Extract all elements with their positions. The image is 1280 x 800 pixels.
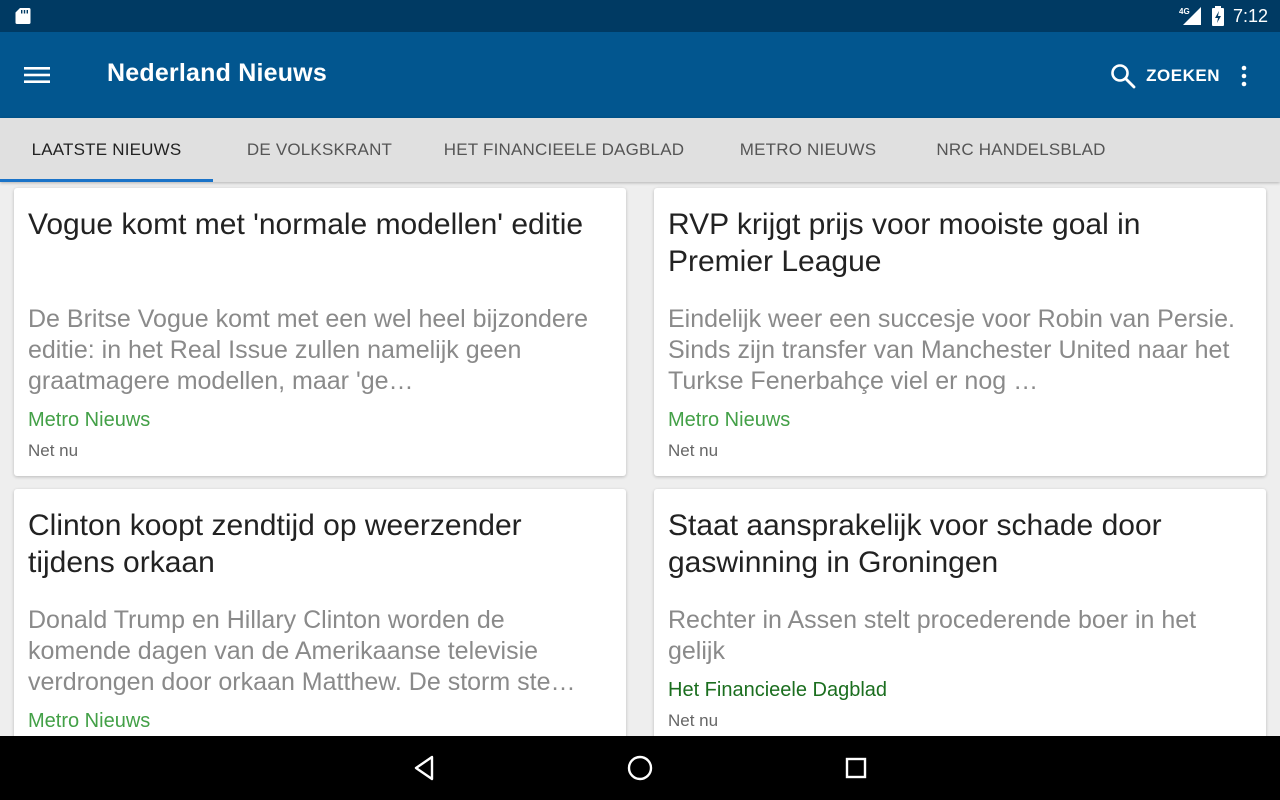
article-title: Vogue komt met 'normale modellen' editie (28, 208, 584, 241)
overflow-menu-button[interactable] (1222, 54, 1266, 98)
tab-metro-nieuws[interactable]: METRO NIEUWS (702, 118, 914, 182)
menu-button[interactable] (16, 54, 58, 96)
back-icon (414, 755, 434, 781)
sd-card-icon (15, 8, 31, 24)
status-time: 7:12 (1232, 5, 1268, 26)
tab-de-volkskrant[interactable]: DE VOLKSKRANT (213, 118, 426, 182)
search-label: ZOEKEN (1146, 66, 1220, 85)
network-type: 4G (1179, 7, 1190, 16)
status-bar: 4G 7:12 (0, 0, 1280, 32)
article-time: Net nu (668, 711, 719, 730)
article-source: Metro Nieuws (28, 710, 151, 732)
status-icons: 4G 7:12 (1177, 0, 1268, 32)
signal-icon: 4G (1179, 7, 1201, 25)
article-title: Staat aansprakelijk voor schade door gas… (668, 509, 1162, 579)
article-source: Metro Nieuws (668, 409, 791, 431)
navigation-bar (0, 736, 1280, 800)
article-source: Metro Nieuws (28, 409, 151, 431)
tab-laatste-nieuws[interactable]: LAATSTE NIEUWS (0, 118, 213, 182)
news-card[interactable]: Vogue komt met 'normale modellen' editie… (14, 188, 626, 476)
tab-bar: LAATSTE NIEUWS DE VOLKSKRANT HET FINANCI… (0, 118, 1280, 182)
article-time: Net nu (28, 441, 79, 460)
back-button[interactable] (404, 748, 444, 788)
hamburger-menu-icon (24, 67, 50, 83)
app-title: Nederland Nieuws (107, 59, 327, 87)
battery-charging-icon (1211, 6, 1224, 26)
article-summary: Rechter in Assen stelt procederende boer… (668, 606, 1197, 665)
home-icon (627, 755, 653, 781)
news-card[interactable]: Clinton koopt zendtijd op weerzender tij… (14, 489, 626, 736)
tab-het-financieele-dagblad[interactable]: HET FINANCIEELE DAGBLAD (426, 118, 702, 182)
news-card[interactable]: RVP krijgt prijs voor mooiste goal in Pr… (654, 188, 1266, 476)
article-source: Het Financieele Dagblad (668, 679, 888, 701)
article-summary: Donald Trump en Hillary Clinton worden d… (28, 606, 576, 696)
news-card[interactable]: Staat aansprakelijk voor schade door gas… (654, 489, 1266, 736)
article-title: RVP krijgt prijs voor mooiste goal in Pr… (668, 208, 1141, 278)
app-bar: Nederland Nieuws ZOEKEN (0, 32, 1280, 118)
news-feed[interactable]: Vogue komt met 'normale modellen' editie… (0, 182, 1280, 736)
article-title: Clinton koopt zendtijd op weerzender tij… (28, 509, 522, 579)
recents-button[interactable] (836, 748, 876, 788)
recents-icon (845, 757, 867, 779)
article-summary: De Britse Vogue komt met een wel heel bi… (28, 305, 589, 395)
article-time: Net nu (668, 441, 719, 460)
article-summary: Eindelijk weer een succesje voor Robin v… (668, 305, 1235, 395)
search-button[interactable]: ZOEKEN (1110, 56, 1220, 96)
tab-nrc-handelsblad[interactable]: NRC HANDELSBLAD (914, 118, 1128, 182)
search-icon (1111, 64, 1136, 89)
home-button[interactable] (620, 748, 660, 788)
more-vert-icon (1241, 65, 1247, 87)
